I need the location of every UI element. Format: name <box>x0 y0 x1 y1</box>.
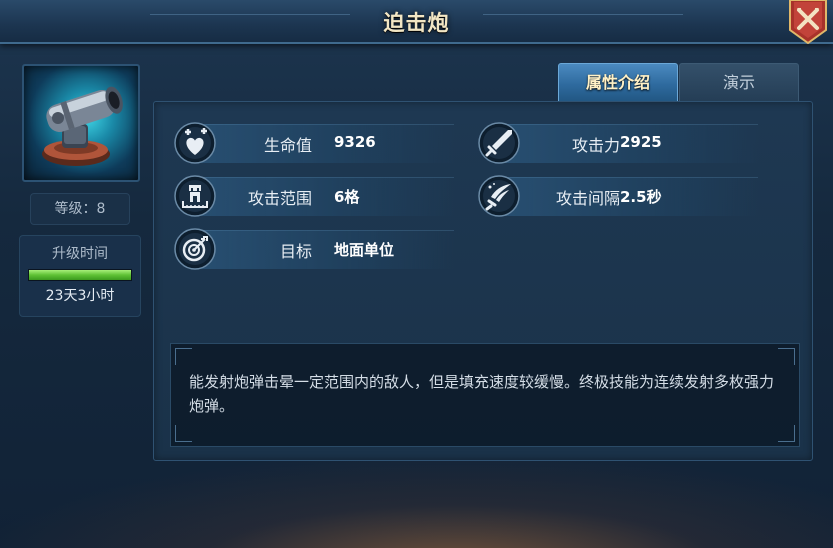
stat-target-value: 地面单位 <box>334 241 395 259</box>
heart-plus-icon <box>174 122 216 164</box>
stat-attack-label: 攻击力 <box>571 136 620 155</box>
upgrade-time-label: 升级时间 <box>52 246 108 262</box>
upgrade-progress-bar <box>28 269 132 281</box>
corner-ornament <box>175 348 192 365</box>
mortar-cannon-image <box>42 86 123 166</box>
stat-interval-value: 2.5秒 <box>620 188 662 206</box>
window-title: 迫击炮 <box>383 11 450 35</box>
corner-ornament <box>778 425 795 442</box>
stat-range-label: 攻击范围 <box>247 189 312 208</box>
stat-range-value: 6格 <box>334 188 360 206</box>
tab-demo[interactable]: 演示 <box>679 63 799 103</box>
unit-portrait <box>22 64 140 182</box>
tab-attributes[interactable]: 属性介绍 <box>558 63 678 103</box>
close-button[interactable] <box>786 0 830 45</box>
stat-attack-value: 2925 <box>620 133 662 151</box>
stat-interval-label: 攻击间隔 <box>555 189 620 208</box>
stat-hp-value: 9326 <box>334 133 376 151</box>
description-box: 能发射炮弹击晕一定范围内的敌人，但是填充速度较缓慢。终极技能为连续发射多枚强力炮… <box>170 343 800 447</box>
title-bar: 迫击炮 <box>0 0 833 45</box>
upgrade-panel: 升级时间 23天3小时 <box>19 235 141 317</box>
corner-ornament <box>175 425 192 442</box>
upgrade-progress-fill <box>29 270 131 280</box>
stat-hp-label: 生命值 <box>263 136 312 155</box>
stat-range: 攻击范围 6格 <box>174 175 464 217</box>
close-icon <box>789 0 827 45</box>
stat-target-label: 目标 <box>279 242 312 261</box>
corner-ornament <box>778 348 795 365</box>
attribute-panel: 生命值 9326 攻击力 2925 攻击范围 6格 攻击间隔 2.5秒 目标 地… <box>153 101 813 461</box>
level-badge: 等级：8 <box>30 193 130 225</box>
stat-target: 目标 地面单位 <box>174 228 464 270</box>
upgrade-time-value: 23天3小时 <box>45 288 115 304</box>
stat-interval: 攻击间隔 2.5秒 <box>478 175 778 217</box>
wing-speed-icon <box>478 175 520 217</box>
target-icon <box>174 228 216 270</box>
stat-hp: 生命值 9326 <box>174 122 464 164</box>
sword-icon <box>478 122 520 164</box>
fortress-range-icon <box>174 175 216 217</box>
stat-attack: 攻击力 2925 <box>478 122 778 164</box>
unit-description: 能发射炮弹击晕一定范围内的敌人，但是填充速度较缓慢。终极技能为连续发射多枚强力炮… <box>189 373 775 415</box>
